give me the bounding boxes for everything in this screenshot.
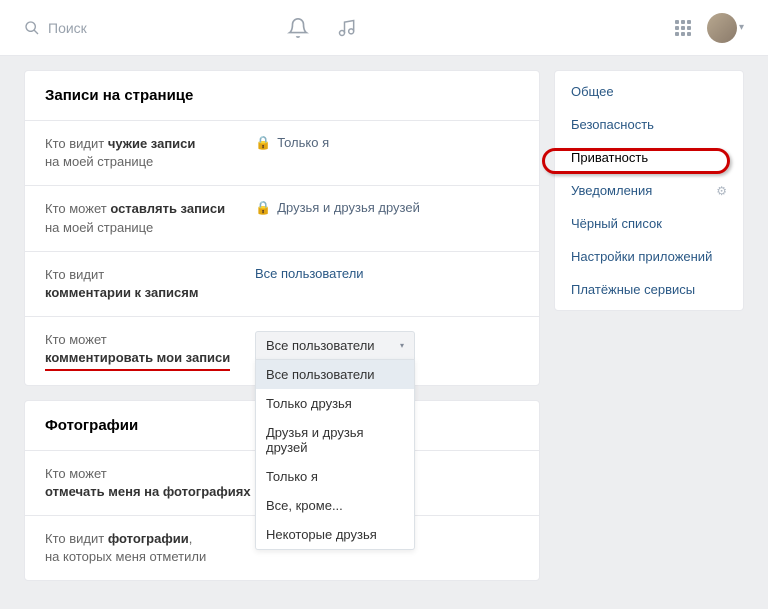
sidebar: Общее Безопасность Приватность Уведомлен…	[554, 70, 744, 311]
chevron-down-icon: ▾	[400, 341, 404, 350]
dropdown-selected[interactable]: Все пользователи ▾	[255, 331, 415, 360]
setting-value[interactable]: 🔒 Друзья и друзья друзей	[255, 200, 519, 236]
dropdown-item[interactable]: Только я	[256, 462, 414, 491]
setting-row: Кто может оставлять записина моей страни…	[25, 185, 539, 250]
sidebar-item-app-settings[interactable]: Настройки приложений	[555, 240, 743, 273]
gear-icon[interactable]: ⚙	[716, 184, 727, 198]
profile-menu[interactable]: ▾	[707, 13, 744, 43]
dropdown-item[interactable]: Все, кроме...	[256, 491, 414, 520]
sidebar-item-payment[interactable]: Платёжные сервисы	[555, 273, 743, 306]
lock-icon: 🔒	[255, 135, 271, 151]
avatar	[707, 13, 737, 43]
sidebar-item-security[interactable]: Безопасность	[555, 108, 743, 141]
setting-label: Кто можетотмечать меня на фотографиях	[45, 465, 255, 501]
dropdown-item[interactable]: Некоторые друзья	[256, 520, 414, 549]
sidebar-item-notifications[interactable]: Уведомления⚙	[555, 174, 743, 207]
topbar: Поиск ▾	[0, 0, 768, 56]
posts-panel: Записи на странице Кто видит чужие запис…	[24, 70, 540, 386]
lock-icon: 🔒	[255, 200, 271, 216]
setting-label: Кто видит фотографии,на которых меня отм…	[45, 530, 255, 566]
sidebar-item-privacy[interactable]: Приватность	[555, 141, 743, 174]
setting-label: Кто может оставлять записина моей страни…	[45, 200, 255, 236]
music-icon[interactable]	[337, 18, 357, 38]
search-input[interactable]: Поиск	[24, 20, 87, 36]
setting-value: Все пользователи ▾ Все пользователи Толь…	[255, 331, 519, 370]
setting-label: Кто можеткомментировать мои записи	[45, 331, 255, 370]
chevron-down-icon: ▾	[739, 22, 744, 33]
search-placeholder: Поиск	[48, 20, 87, 36]
dropdown-menu: Все пользователи Только друзья Друзья и …	[255, 359, 415, 550]
search-icon	[24, 20, 40, 36]
sidebar-item-blacklist[interactable]: Чёрный список	[555, 207, 743, 240]
top-icons	[287, 17, 357, 39]
setting-label: Кто видиткомментарии к записям	[45, 266, 255, 302]
setting-value[interactable]: 🔒 Только я	[255, 135, 519, 171]
setting-row-comment-posts: Кто можеткомментировать мои записи Все п…	[25, 316, 539, 384]
dropdown-item[interactable]: Только друзья	[256, 389, 414, 418]
setting-row: Кто видиткомментарии к записям Все польз…	[25, 251, 539, 316]
apps-icon[interactable]	[675, 20, 691, 36]
posts-title: Записи на странице	[25, 71, 539, 120]
dropdown-item[interactable]: Друзья и друзья друзей	[256, 418, 414, 462]
dropdown-item[interactable]: Все пользователи	[256, 360, 414, 389]
setting-label: Кто видит чужие записина моей странице	[45, 135, 255, 171]
setting-value-link[interactable]: Все пользователи	[255, 266, 519, 302]
sidebar-item-general[interactable]: Общее	[555, 75, 743, 108]
setting-row: Кто видит чужие записина моей странице 🔒…	[25, 120, 539, 185]
bell-icon[interactable]	[287, 17, 309, 39]
